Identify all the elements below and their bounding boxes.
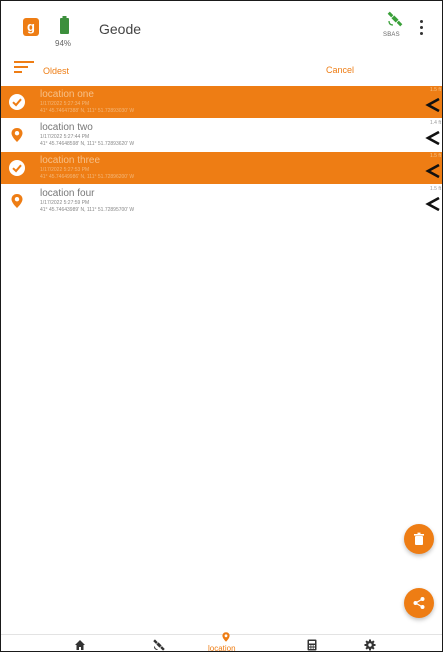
location-timestamp: 1/17/2022 5:27:53 PM: [40, 167, 90, 173]
app-logo-icon: g: [23, 18, 39, 36]
location-coordinates: 41° 45.74643989' N, 111° 51.72895700' W: [40, 207, 135, 213]
check-circle-icon[interactable]: [9, 160, 25, 176]
chevron-left-icon[interactable]: [425, 197, 442, 211]
check-circle-icon[interactable]: [9, 94, 25, 110]
location-pin-icon: [11, 128, 23, 142]
location-coordinates: 41° 45.74648598' N, 111° 51.72893620' W: [40, 141, 135, 147]
satellite-icon: [153, 639, 165, 651]
location-coordinates: 41° 45.74649986' N, 111° 51.72896200' W: [40, 174, 135, 180]
battery-icon: [60, 16, 69, 34]
app-title: Geode: [99, 21, 142, 37]
sort-order-label[interactable]: Oldest: [43, 66, 69, 76]
app-window: g 94% Geode SBAS Oldest Cancel location …: [0, 0, 443, 652]
share-icon: [413, 597, 425, 609]
location-name: location three: [40, 155, 101, 166]
location-name: location two: [40, 122, 93, 133]
overflow-menu-icon[interactable]: [420, 20, 424, 38]
location-accuracy: 1.5 ft: [430, 87, 442, 93]
location-timestamp: 1/17/2022 5:27:34 PM: [40, 101, 90, 107]
nav-satellite[interactable]: [144, 631, 174, 651]
bottom-navigation: location: [1, 631, 442, 652]
location-row[interactable]: location four 1/17/2022 5:27:59 PM 41° 4…: [1, 185, 442, 217]
satellite-status-icon[interactable]: [387, 11, 403, 27]
delete-button[interactable]: [404, 524, 434, 554]
battery-percent: 94%: [55, 39, 72, 48]
nav-settings[interactable]: [355, 631, 385, 651]
sort-bar: Oldest Cancel: [1, 55, 442, 83]
chevron-left-icon[interactable]: [425, 164, 442, 178]
location-accuracy: 1.5 ft: [430, 186, 442, 192]
location-row[interactable]: location one 1/17/2022 5:27:34 PM 41° 45…: [1, 86, 442, 118]
location-name: location one: [40, 89, 94, 100]
location-name: location four: [40, 188, 95, 199]
nav-home[interactable]: [65, 631, 95, 651]
location-timestamp: 1/17/2022 5:27:59 PM: [40, 200, 90, 206]
gear-icon: [364, 639, 376, 651]
location-pin-icon: [11, 194, 23, 208]
location-row[interactable]: location two 1/17/2022 5:27:44 PM 41° 45…: [1, 119, 442, 151]
chevron-left-icon[interactable]: [425, 98, 442, 112]
calculator-icon: [307, 639, 317, 651]
nav-calculator[interactable]: [297, 631, 327, 651]
cancel-button[interactable]: Cancel: [326, 65, 354, 75]
sort-icon[interactable]: [14, 61, 34, 75]
chevron-left-icon[interactable]: [425, 131, 442, 145]
trash-icon: [414, 532, 424, 545]
location-accuracy: 1.5 ft: [430, 153, 442, 159]
location-timestamp: 1/17/2022 5:27:44 PM: [40, 134, 90, 140]
location-list: location one 1/17/2022 5:27:34 PM 41° 45…: [1, 86, 442, 218]
location-row[interactable]: location three 1/17/2022 5:27:53 PM 41° …: [1, 152, 442, 184]
share-button[interactable]: [404, 588, 434, 618]
nav-location[interactable]: location: [208, 631, 241, 652]
location-pin-icon: [222, 632, 230, 642]
location-coordinates: 41° 45.74647388' N, 111° 51.72893030' W: [40, 108, 135, 114]
nav-location-label: location: [208, 644, 236, 652]
home-icon: [75, 640, 85, 650]
satellite-status-label: SBAS: [383, 32, 400, 38]
location-accuracy: 1.4 ft: [430, 120, 442, 126]
app-bar: g 94% Geode SBAS: [1, 1, 442, 55]
